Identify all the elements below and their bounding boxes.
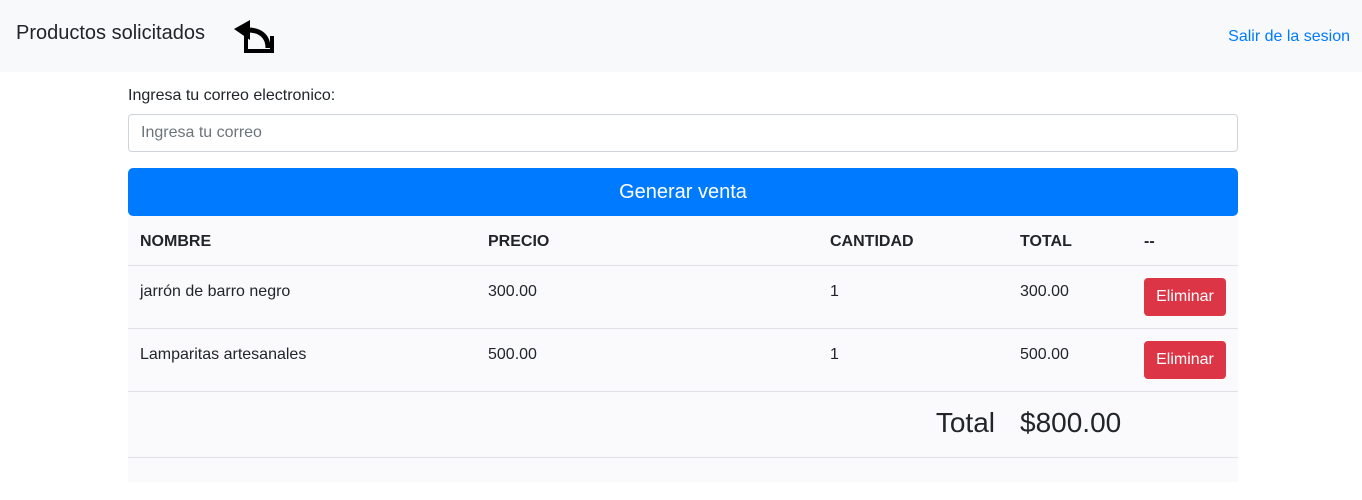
delete-button[interactable]: Eliminar (1144, 278, 1226, 316)
product-total: 500.00 (1020, 346, 1069, 363)
column-header-nombre: NOMBRE (140, 233, 212, 250)
product-quantity: 1 (830, 346, 839, 363)
total-label: Total (935, 407, 995, 438)
column-header-action: -- (1144, 233, 1155, 250)
back-arrow-icon[interactable] (232, 18, 274, 54)
product-total: 300.00 (1020, 283, 1069, 300)
table-row: Lamparitas artesanales 500.00 1 500.00 E… (128, 329, 1238, 392)
table-row: jarrón de barro negro 300.00 1 300.00 El… (128, 266, 1238, 329)
column-header-cantidad: CANTIDAD (830, 233, 914, 250)
product-name: Lamparitas artesanales (140, 346, 307, 363)
table-header-row: NOMBRE PRECIO CANTIDAD TOTAL -- (128, 216, 1238, 266)
column-header-precio: PRECIO (488, 233, 550, 250)
table-total-row: Total $800.00 (128, 392, 1238, 458)
product-name: jarrón de barro negro (140, 283, 291, 300)
email-input[interactable] (128, 114, 1238, 152)
generate-sale-button[interactable]: Generar venta (128, 168, 1238, 216)
page-title: Productos solicitados (16, 22, 205, 44)
product-price: 300.00 (488, 283, 537, 300)
total-value: $800.00 (1020, 407, 1122, 438)
top-navbar: Productos solicitados Salir de la sesion (0, 0, 1362, 72)
delete-button[interactable]: Eliminar (1144, 341, 1226, 379)
column-header-total: TOTAL (1020, 233, 1072, 250)
email-label: Ingresa tu correo electronico: (128, 87, 336, 104)
logout-link[interactable]: Salir de la sesion (1228, 26, 1350, 48)
product-price: 500.00 (488, 346, 537, 363)
products-table: NOMBRE PRECIO CANTIDAD TOTAL -- jarrón d… (128, 216, 1238, 482)
product-quantity: 1 (830, 283, 839, 300)
